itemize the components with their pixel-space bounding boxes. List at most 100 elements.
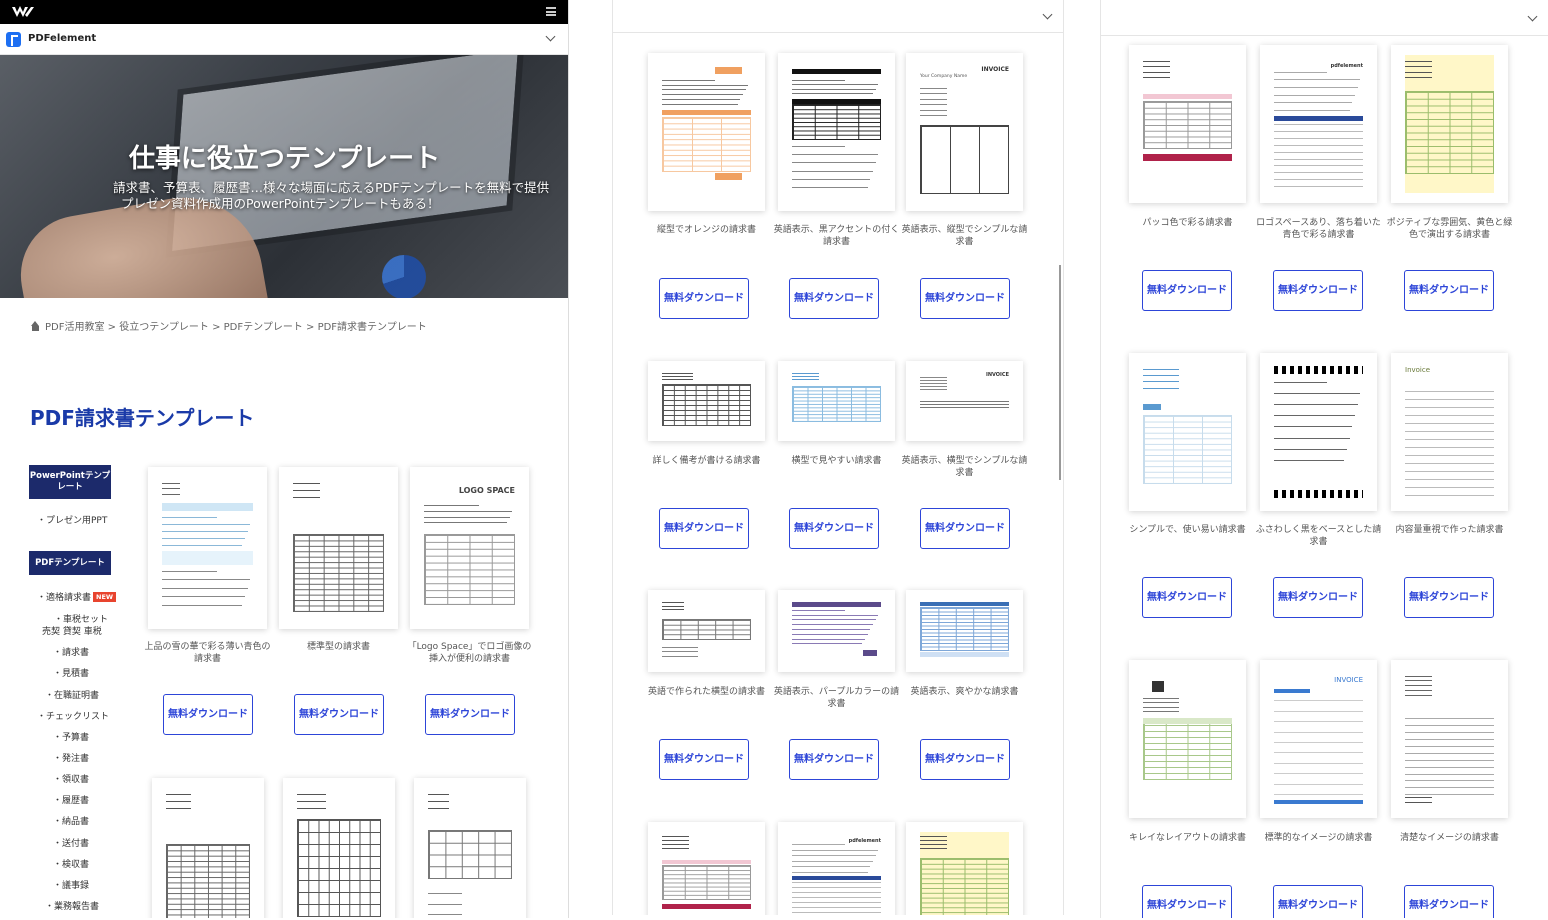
template-thumbnail[interactable] — [283, 778, 395, 918]
template-thumbnail[interactable]: Invoice — [1391, 353, 1508, 511]
free-download-button[interactable]: 無料ダウン ロード — [789, 278, 879, 319]
template-caption: 標準的なイメージの請求書 — [1264, 833, 1373, 843]
sidebar-item-pdf[interactable]: ・適格請求書 NEW — [37, 590, 117, 603]
collapsed-header[interactable] — [1101, 0, 1548, 36]
sidebar-item-pdf[interactable]: ・チェックリスト — [37, 709, 109, 722]
free-download-button[interactable]: 無料ダウン ロード — [1273, 885, 1363, 918]
document-line — [1405, 780, 1494, 782]
template-preview — [428, 788, 512, 918]
document-line — [1274, 731, 1363, 733]
template-thumbnail[interactable] — [1129, 45, 1246, 203]
document-block — [1274, 689, 1310, 694]
template-thumbnail[interactable] — [1391, 660, 1508, 818]
template-thumbnail[interactable]: INVOICE Your Company Name — [906, 53, 1023, 211]
document-line — [1274, 783, 1363, 785]
template-thumbnail[interactable] — [648, 361, 765, 441]
sidebar-item-pdf[interactable]: ・検収書 — [53, 857, 89, 870]
document-table — [424, 533, 515, 605]
sidebar-item-pdf[interactable]: ・発注書 — [53, 751, 89, 764]
free-download-button[interactable]: 無料ダウン ロード — [920, 278, 1010, 319]
document-line — [1143, 381, 1179, 383]
free-download-button[interactable]: 無料ダウン ロード — [1273, 270, 1363, 311]
product-bar[interactable]: PDFelement — [0, 24, 568, 55]
template-thumbnail[interactable] — [778, 53, 895, 211]
document-line — [1405, 802, 1432, 804]
free-download-button[interactable]: 無料ダウン ロード — [294, 694, 384, 735]
template-thumbnail[interactable] — [778, 361, 895, 441]
template-thumbnail[interactable] — [906, 590, 1023, 672]
menu-icon[interactable] — [546, 7, 556, 16]
sidebar-item-pdf[interactable]: ・見積書 — [53, 666, 89, 679]
free-download-button[interactable]: 無料ダウン ロード — [920, 508, 1010, 549]
free-download-button[interactable]: 無料ダウン ロード — [1142, 885, 1232, 918]
sidebar-item-pdf[interactable]: ・送付書 — [53, 836, 89, 849]
document-line — [792, 633, 868, 635]
free-download-button[interactable]: 無料ダウン ロード — [789, 739, 879, 780]
template-caption: シンプルで、使い易い請求書 — [1129, 525, 1246, 535]
hero-title: 仕事に役立つテンプレート — [128, 144, 441, 174]
template-thumbnail[interactable] — [1260, 353, 1377, 511]
sidebar-item-pdf[interactable]: ・議事録 — [53, 878, 89, 891]
free-download-button[interactable]: 無料ダウン ロード — [659, 278, 749, 319]
chevron-down-icon[interactable] — [1042, 9, 1053, 20]
template-thumbnail[interactable]: pdfelement — [778, 822, 895, 915]
free-download-button[interactable]: 無料ダウン ロード — [1142, 270, 1232, 311]
sidebar-item-pdf[interactable]: ・履歴書 — [53, 793, 89, 806]
template-thumbnail[interactable] — [414, 778, 526, 918]
document-line — [662, 84, 749, 86]
template-thumbnail[interactable] — [778, 590, 895, 672]
free-download-button[interactable]: 無料ダウン ロード — [1273, 577, 1363, 618]
template-thumbnail[interactable] — [279, 467, 398, 629]
sidebar-item-pdf[interactable]: ・納品書 — [53, 814, 89, 827]
sidebar-item-pdf[interactable]: ・在職証明書 — [45, 688, 99, 701]
document-line — [1274, 165, 1363, 167]
document-line — [1274, 179, 1363, 181]
document-line — [1143, 77, 1170, 79]
template-thumbnail[interactable] — [648, 53, 765, 211]
document-line — [662, 844, 689, 845]
document-line — [1143, 71, 1170, 73]
template-thumbnail[interactable]: LOGO SPACE — [410, 467, 529, 629]
template-thumbnail[interactable] — [1129, 353, 1246, 511]
template-thumbnail[interactable] — [648, 590, 765, 672]
free-download-button[interactable]: 無料ダウン ロード — [1142, 577, 1232, 618]
template-thumbnail[interactable]: INVOICE — [1260, 660, 1377, 818]
free-download-button[interactable]: 無料ダウン ロード — [1404, 270, 1494, 311]
sidebar-item-ppt[interactable]: ・プレゼン用PPT — [37, 513, 107, 526]
template-thumbnail[interactable] — [152, 778, 264, 918]
free-download-button[interactable]: 無料ダウン ロード — [789, 508, 879, 549]
free-download-button[interactable]: 無料ダウン ロード — [1404, 577, 1494, 618]
chevron-down-icon[interactable] — [545, 31, 556, 42]
template-caption: 英語表示、縦型でシンプルな請求書 — [901, 225, 1028, 247]
free-download-button[interactable]: 無料ダウン ロード — [163, 694, 253, 735]
sidebar-item-pdf[interactable]: ・領収書 — [53, 772, 89, 785]
free-download-button[interactable]: 無料ダウン ロード — [425, 694, 515, 735]
collapsed-header[interactable] — [613, 0, 1063, 33]
template-thumbnail[interactable] — [648, 822, 765, 915]
template-thumbnail[interactable]: INVOICE — [906, 361, 1023, 441]
template-thumbnail[interactable]: pdfelement — [1260, 45, 1377, 203]
document-line — [1274, 158, 1363, 160]
sidebar-ppt-button[interactable]: PowerPointテンプレート — [29, 465, 111, 499]
sidebar-item-pdf[interactable]: ・業務報告書 — [45, 899, 99, 912]
sidebar-item-pdf[interactable]: ・請求書 — [53, 645, 89, 658]
template-thumbnail[interactable] — [1391, 45, 1508, 203]
template-thumbnail[interactable] — [1129, 660, 1246, 818]
wondershare-logo-icon[interactable] — [12, 5, 34, 19]
free-download-button[interactable]: 無料ダウン ロード — [920, 739, 1010, 780]
free-download-button[interactable]: 無料ダウン ロード — [1404, 885, 1494, 918]
home-icon[interactable] — [30, 321, 41, 331]
sidebar-item-pdf[interactable]: 売契 貸契 車税 — [42, 624, 102, 637]
free-download-button[interactable]: 無料ダウン ロード — [659, 508, 749, 549]
document-line — [792, 187, 868, 189]
breadcrumb-text[interactable]: PDF活用教室 > 役立つテンプレート > PDFテンプレート > PDF請求書… — [45, 322, 427, 333]
template-thumbnail[interactable] — [148, 467, 267, 629]
document-table — [1143, 718, 1232, 781]
template-thumbnail[interactable] — [906, 822, 1023, 915]
chevron-down-icon[interactable] — [1527, 11, 1538, 22]
sidebar-item-pdf[interactable]: ・予算書 — [53, 730, 89, 743]
sidebar-pdf-button[interactable]: PDFテンプレート — [29, 551, 111, 575]
document-line — [1405, 447, 1494, 449]
scrollbar[interactable] — [1059, 265, 1061, 480]
free-download-button[interactable]: 無料ダウン ロード — [659, 739, 749, 780]
